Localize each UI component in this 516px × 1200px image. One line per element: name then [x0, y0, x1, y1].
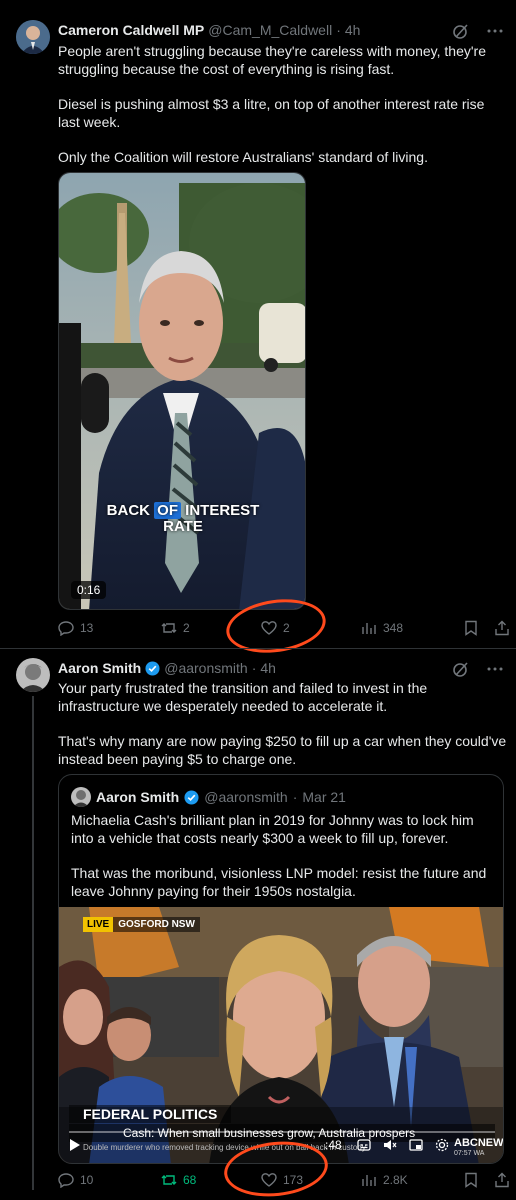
bookmark-button[interactable]: [463, 620, 479, 636]
tweet-paragraph: Your party frustrated the transition and…: [58, 680, 428, 714]
quote-author-handle: @aaronsmith: [204, 789, 288, 805]
heart-icon: [261, 1173, 277, 1187]
captions-icon[interactable]: [357, 1138, 371, 1152]
live-tag: LIVE: [83, 917, 114, 932]
timestamp[interactable]: 4h: [345, 22, 361, 38]
reply-button[interactable]: 10: [58, 1172, 93, 1188]
action-bar: 10 68 173 2.8K: [58, 1172, 509, 1192]
tweet-text: Your party frustrated the transition and…: [58, 679, 508, 785]
like-count: 173: [283, 1173, 304, 1187]
separator-dot: ·: [251, 660, 257, 676]
quote-avatar[interactable]: [71, 787, 91, 807]
grok-icon[interactable]: [452, 22, 470, 40]
tweet-divider: [0, 648, 516, 649]
repost-icon: [161, 1175, 177, 1185]
tweet-header: Aaron Smith @aaronsmith · 4h: [58, 658, 276, 678]
author-name[interactable]: Aaron Smith: [58, 660, 141, 676]
view-count: 2.8K: [383, 1173, 408, 1187]
bookmark-icon: [465, 620, 477, 636]
grok-icon[interactable]: [452, 660, 470, 678]
action-bar: 13 2 2 348: [58, 620, 509, 640]
share-button[interactable]: [494, 620, 510, 636]
video-frame: [59, 173, 305, 609]
caption-word: INTEREST: [181, 502, 260, 519]
bookmark-button[interactable]: [463, 1172, 479, 1188]
quote-video[interactable]: LIVE GOSFORD NSW FEDERAL POLITICS Cash: …: [59, 907, 504, 1163]
tweet-text: People aren't struggling because they're…: [58, 42, 508, 183]
quote-date: Mar 21: [302, 789, 346, 805]
video-time: :48: [325, 1138, 342, 1152]
separator-dot: ·: [292, 789, 298, 805]
repost-count: 68: [183, 1173, 197, 1187]
like-button[interactable]: 173: [261, 1172, 303, 1188]
reply-icon: [58, 621, 74, 636]
verified-badge-icon: [184, 789, 199, 805]
quote-paragraph: Michaelia Cash's brilliant plan in 2019 …: [71, 812, 474, 846]
more-icon[interactable]: [486, 660, 504, 678]
caption-word: BACK: [106, 502, 155, 519]
views-icon: [362, 1175, 376, 1186]
live-badge: LIVE GOSFORD NSW: [83, 917, 200, 932]
reply-count: 10: [80, 1173, 94, 1187]
video-duration: 0:16: [71, 581, 107, 599]
caption-highlight: OF: [154, 502, 181, 519]
tweet-cameron-caldwell[interactable]: Cameron Caldwell MP @Cam_M_Caldwell · 4h…: [0, 0, 516, 659]
reply-icon: [58, 1173, 74, 1188]
location-tag: GOSFORD NSW: [113, 917, 200, 932]
views-icon: [362, 623, 376, 634]
quote-paragraph: That was the moribund, visionless LNP mo…: [71, 865, 487, 899]
views-button[interactable]: 2.8K: [361, 1172, 408, 1188]
tweet-aaron-smith[interactable]: Aaron Smith @aaronsmith · 4h Your party …: [0, 650, 516, 1200]
like-button[interactable]: 2: [261, 620, 290, 636]
tweet-video[interactable]: BACK OF INTEREST RATE 0:16: [58, 172, 306, 610]
bookmark-icon: [465, 1172, 477, 1188]
video-caption: BACK OF INTEREST RATE: [59, 502, 305, 535]
author-name[interactable]: Cameron Caldwell MP: [58, 22, 204, 38]
repost-button[interactable]: 2: [161, 620, 190, 636]
repost-icon: [161, 623, 177, 633]
banner-title: FEDERAL POLITICS: [69, 1105, 232, 1123]
quoted-tweet[interactable]: Aaron Smith @aaronsmith · Mar 21 Michael…: [58, 774, 504, 1164]
share-button[interactable]: [494, 1172, 510, 1188]
more-icon[interactable]: [486, 22, 504, 40]
author-handle[interactable]: @Cam_M_Caldwell: [208, 22, 332, 38]
heart-icon: [261, 621, 277, 635]
author-handle[interactable]: @aaronsmith: [164, 660, 247, 676]
caption-word: RATE: [163, 518, 203, 535]
views-button[interactable]: 348: [361, 620, 403, 636]
quote-author-name[interactable]: Aaron Smith: [96, 789, 179, 805]
pip-icon[interactable]: [409, 1138, 423, 1152]
progress-track[interactable]: [69, 1131, 495, 1133]
repost-count: 2: [183, 621, 190, 635]
verified-badge-icon: [145, 660, 160, 676]
repost-button[interactable]: 68: [161, 1172, 196, 1188]
tweet-paragraph: People aren't struggling because they're…: [58, 43, 486, 77]
reply-count: 13: [80, 621, 94, 635]
quote-header: Aaron Smith @aaronsmith · Mar 21: [71, 787, 346, 807]
settings-icon[interactable]: [435, 1138, 449, 1152]
avatar[interactable]: [16, 658, 50, 692]
share-icon: [495, 620, 509, 636]
timestamp[interactable]: 4h: [260, 660, 276, 676]
tweet-top-icons: [452, 660, 504, 678]
tweet-paragraph: That's why many are now paying $250 to f…: [58, 733, 507, 767]
quote-text: Michaelia Cash's brilliant plan in 2019 …: [71, 811, 496, 900]
play-icon[interactable]: [69, 1138, 81, 1152]
tweet-top-icons: [452, 22, 504, 40]
reply-button[interactable]: 13: [58, 620, 93, 636]
video-controls: :48 ABCNEWS 07:57 WA: [59, 1131, 504, 1157]
channel-clock: 07:57 WA: [454, 1150, 485, 1157]
thread-line: [32, 696, 34, 1190]
mute-icon[interactable]: [383, 1138, 397, 1152]
tweet-paragraph: Only the Coalition will restore Australi…: [58, 149, 428, 165]
tweet-paragraph: Diesel is pushing almost $3 a litre, on …: [58, 96, 485, 130]
view-count: 348: [383, 621, 404, 635]
tweet-header: Cameron Caldwell MP @Cam_M_Caldwell · 4h: [58, 20, 360, 40]
like-count: 2: [283, 621, 290, 635]
avatar[interactable]: [16, 20, 50, 54]
network-logo: ABCNEWS: [454, 1137, 504, 1149]
share-icon: [495, 1172, 509, 1188]
separator-dot: ·: [336, 22, 341, 38]
